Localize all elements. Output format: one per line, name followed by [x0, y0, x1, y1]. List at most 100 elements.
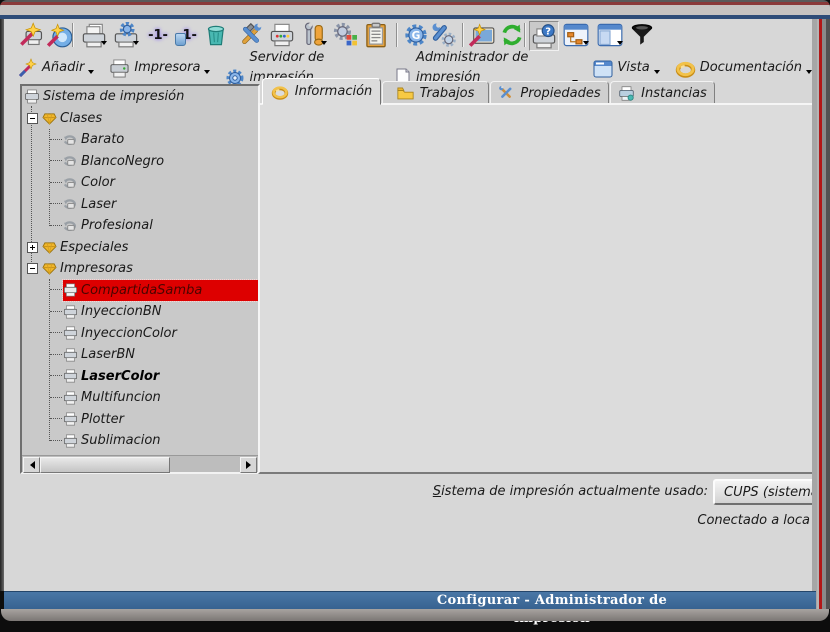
- tree-item-sistema-de-impresion[interactable]: Sistema de impresión: [22, 86, 258, 108]
- printer-question-icon: ?: [531, 23, 557, 49]
- printer-class-icon: [63, 154, 78, 168]
- collapse-expander-icon[interactable]: [27, 263, 38, 274]
- window-top-border: [0, 0, 830, 19]
- printer-class-icon: [63, 176, 78, 190]
- tree-item-inyeccioncolor[interactable]: InyeccionColor: [22, 323, 258, 345]
- scrollbar-thumb[interactable]: [40, 457, 170, 473]
- printer-class-icon: [63, 197, 78, 211]
- tree-item-clases[interactable]: Clases: [22, 108, 258, 130]
- connection-status-text: Conectado a loca: [564, 513, 810, 528]
- printer-icon: [24, 89, 40, 104]
- view-tree-mode-button[interactable]: [562, 21, 590, 49]
- printer-icon: [109, 59, 130, 78]
- tree-stub-line: [50, 440, 62, 442]
- set-local-default-button[interactable]: -1-: [144, 21, 172, 49]
- tree-item-blanconegro[interactable]: BlancoNegro: [22, 151, 258, 173]
- printer-tools-button[interactable]: [300, 21, 328, 49]
- dropdown-caret-icon: [617, 41, 623, 48]
- tree-item-especiales[interactable]: Especiales: [22, 237, 258, 259]
- set-user-default-button[interactable]: -1-: [173, 21, 201, 49]
- tab-propiedades[interactable]: Propiedades: [490, 81, 609, 105]
- configure-wizard-button[interactable]: [468, 21, 496, 49]
- scroll-left-button[interactable]: [23, 457, 40, 473]
- tab-trabajos[interactable]: Trabajos: [382, 81, 489, 105]
- printer-settings-button[interactable]: [112, 21, 140, 49]
- configure-printer-button[interactable]: [236, 21, 264, 49]
- svg-text:G: G: [412, 29, 421, 42]
- jar-icon: [175, 33, 186, 46]
- info-tab-panel: [258, 103, 812, 474]
- left-arrow-icon: [26, 461, 35, 469]
- filter-button[interactable]: [628, 21, 656, 49]
- menu-anadir[interactable]: Añadir: [18, 58, 94, 78]
- tree-stub-line: [50, 203, 62, 205]
- menu-label: Añadir: [42, 58, 84, 78]
- add-special-printer-button[interactable]: [46, 21, 74, 49]
- printer-icon: [63, 348, 78, 362]
- scroll-right-button[interactable]: [240, 457, 257, 473]
- menu-impresora[interactable]: Impresora: [109, 58, 210, 78]
- menu-vista[interactable]: Vista: [593, 58, 659, 78]
- report-button[interactable]: [362, 21, 390, 49]
- dropdown-caret-icon: [133, 41, 139, 48]
- toolbar-separator: [396, 23, 398, 47]
- add-printer-wizard-button[interactable]: [18, 21, 46, 49]
- tree-item-lasercolor[interactable]: LaserColor: [22, 366, 258, 388]
- hammer-wrench-icon: [237, 22, 263, 48]
- gear-g-icon: G: [403, 22, 429, 48]
- printer-tree-panel: Sistema de impresión Clases Barato Blanc…: [20, 84, 260, 474]
- tree-item-plotter[interactable]: Plotter: [22, 409, 258, 431]
- tab-instancias[interactable]: Instancias: [610, 81, 715, 105]
- tree-item-laserbn[interactable]: LaserBN: [22, 344, 258, 366]
- tree-stub-line: [50, 418, 62, 420]
- printer-icon: [63, 283, 78, 297]
- tree-item-laser[interactable]: Laser: [22, 194, 258, 216]
- expand-expander-icon[interactable]: [27, 242, 38, 253]
- print-system-combobox[interactable]: CUPS (sistema: [713, 479, 812, 505]
- remove-printer-button[interactable]: [202, 21, 230, 49]
- tree-item-inyeccionbn[interactable]: InyeccionBN: [22, 301, 258, 323]
- tree-item-impresoras[interactable]: Impresoras: [22, 258, 258, 280]
- combobox-value: CUPS (sistema: [724, 485, 812, 500]
- tree-item-profesional[interactable]: Profesional: [22, 215, 258, 237]
- printer-details-toggle[interactable]: ?: [529, 21, 559, 51]
- tree-item-sublimacion[interactable]: Sublimacion: [22, 430, 258, 452]
- printer-icon: [63, 305, 78, 319]
- tree-stub-line: [50, 375, 62, 377]
- gold-ring-icon: [675, 59, 696, 78]
- svg-text:?: ?: [545, 26, 551, 37]
- server-tools-button[interactable]: [430, 21, 458, 49]
- export-samba-button[interactable]: [332, 21, 360, 49]
- tab-label: Trabajos: [420, 86, 475, 101]
- toolbar-separator: [72, 23, 74, 47]
- menu-documentacion[interactable]: Documentación: [675, 58, 812, 78]
- selected-row-highlight: CompartidaSamba: [63, 280, 258, 302]
- screen-wand-icon: [469, 22, 495, 48]
- dropdown-caret-icon: [101, 41, 107, 48]
- collapse-expander-icon[interactable]: [27, 113, 38, 124]
- tree-stub-line: [50, 139, 62, 141]
- gold-ring-icon: [271, 84, 289, 100]
- printer-test-button[interactable]: [268, 21, 296, 49]
- window-body: -1- -1-: [4, 19, 812, 591]
- tree-item-multifuncion[interactable]: Multifuncion: [22, 387, 258, 409]
- tree-item-color[interactable]: Color: [22, 172, 258, 194]
- refresh-button[interactable]: [498, 21, 526, 49]
- tab-informacion[interactable]: Información: [262, 78, 381, 105]
- view-columns-mode-button[interactable]: [596, 21, 624, 49]
- tree-item-barato[interactable]: Barato: [22, 129, 258, 151]
- print-test-page-button[interactable]: [80, 21, 108, 49]
- gold-class-icon: [42, 262, 57, 275]
- server-settings-button[interactable]: G: [402, 21, 430, 49]
- printer-icon: [63, 412, 78, 426]
- printer-admin-window: -1- -1-: [0, 0, 830, 632]
- trash-icon: [204, 23, 228, 47]
- tree-item-compartidasamba[interactable]: CompartidaSamba: [22, 280, 258, 302]
- window-bottom-shadow: [1, 609, 829, 621]
- toolbar-separator: [462, 23, 464, 47]
- printer-class-icon: [63, 219, 78, 233]
- tree-horizontal-scrollbar[interactable]: [22, 455, 258, 472]
- tree-stub-line: [50, 332, 62, 334]
- tab-label: Información: [295, 84, 373, 99]
- window-titlebar[interactable]: Configurar - Administrador de impresión: [4, 591, 816, 610]
